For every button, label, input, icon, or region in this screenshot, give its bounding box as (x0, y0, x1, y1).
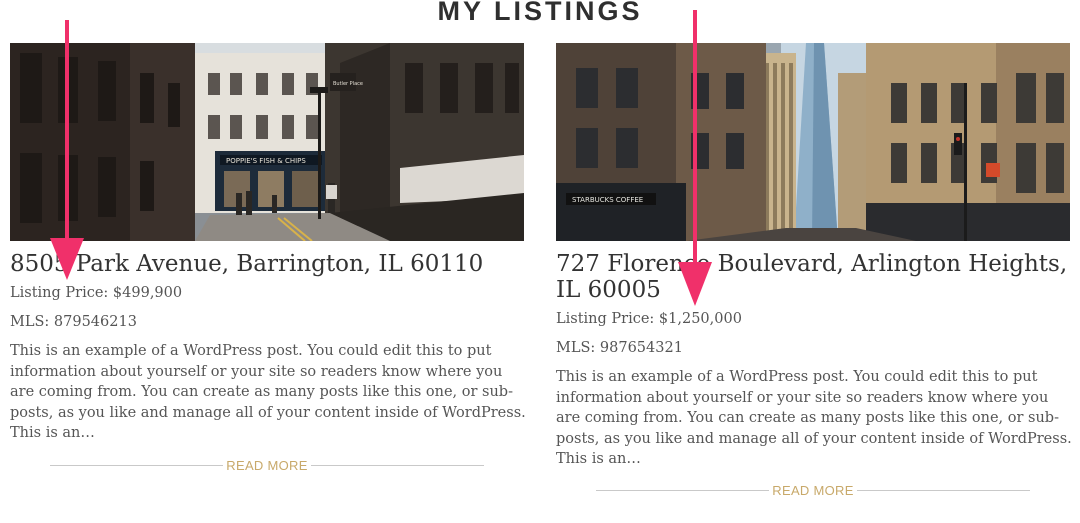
divider (856, 490, 1030, 491)
listing-mls: MLS: 987654321 (556, 340, 683, 356)
listing-title[interactable]: 8505 Park Avenue, Barrington, IL 60110 (10, 251, 524, 277)
read-more-row: READ MORE (596, 483, 1030, 498)
divider (310, 465, 484, 466)
shop-sign: POPPIE'S FISH & CHIPS (226, 157, 306, 165)
street-sign: Butler Place (333, 81, 363, 87)
listing-card: STARBUCKS COFFEE 727 Florence Boulevard,… (556, 43, 1072, 470)
listing-price: Listing Price: $499,900 (10, 285, 183, 301)
shop-sign: STARBUCKS COFFEE (572, 196, 643, 204)
read-more-link[interactable]: READ MORE (223, 458, 310, 473)
listing-excerpt: This is an example of a WordPress post. … (556, 369, 1072, 467)
divider (50, 465, 224, 466)
listing-excerpt: This is an example of a WordPress post. … (10, 343, 526, 441)
divider (596, 490, 770, 491)
read-more-row: READ MORE (50, 458, 484, 473)
listing-title[interactable]: 727 Florence Boulevard, Arlington Height… (556, 251, 1070, 303)
listing-card: POPPIE'S FISH & CHIPS Butler Place 8505 … (10, 43, 526, 444)
listing-photo[interactable]: STARBUCKS COFFEE (556, 43, 1070, 241)
page-title: MY LISTINGS (437, 0, 643, 26)
listing-mls: MLS: 879546213 (10, 314, 137, 330)
listing-photo[interactable]: POPPIE'S FISH & CHIPS Butler Place (10, 43, 524, 241)
listing-price: Listing Price: $1,250,000 (556, 311, 742, 327)
read-more-link[interactable]: READ MORE (769, 483, 856, 498)
